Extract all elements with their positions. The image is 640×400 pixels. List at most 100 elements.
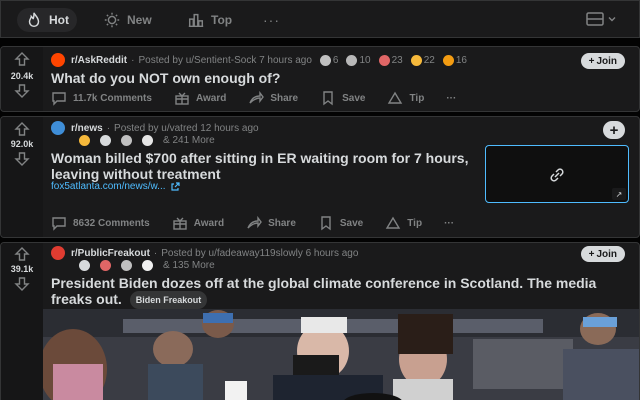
award-icon — [142, 260, 153, 271]
vote-score: 39.1k — [10, 264, 34, 274]
tip-triangle-icon — [386, 216, 401, 229]
sun-icon — [104, 12, 120, 28]
subreddit-icon — [51, 121, 65, 135]
bar-chart-icon — [188, 13, 204, 28]
vote-column: 20.4k — [1, 47, 43, 111]
award-wholesome: 23 — [378, 54, 403, 66]
share-button[interactable]: Share — [248, 90, 298, 106]
vote-score: 20.4k — [10, 71, 34, 81]
award-silver: 6 — [319, 54, 338, 66]
upvote-arrow-icon[interactable] — [14, 121, 30, 137]
award-icon — [121, 135, 132, 146]
post-title[interactable]: Woman billed $700 after sitting in ER wa… — [51, 150, 471, 182]
post-actions: 11.7k Comments Award Share Save Tip ··· — [51, 90, 456, 106]
subreddit-link[interactable]: r/PublicFreakout — [71, 248, 150, 259]
subreddit-link[interactable]: r/AskReddit — [71, 55, 127, 66]
sort-new-button[interactable]: New — [95, 8, 160, 32]
sort-hot-label: Hot — [49, 13, 69, 27]
post-video[interactable] — [43, 309, 639, 400]
award-icon — [142, 135, 153, 146]
award-icon — [410, 54, 422, 66]
tip-button[interactable]: Tip — [385, 215, 422, 231]
post-title[interactable]: What do you NOT own enough of? — [51, 70, 280, 86]
comments-button[interactable]: 8632 Comments — [51, 215, 150, 231]
external-link-icon: ↗ — [612, 188, 626, 200]
vote-column: 92.0k — [1, 117, 43, 237]
award-button[interactable]: Award — [172, 215, 224, 231]
bookmark-icon — [323, 91, 333, 106]
sort-more-button[interactable]: ··· — [263, 12, 280, 28]
downvote-arrow-icon[interactable] — [14, 276, 30, 292]
posted-by: Posted by u/Sentient-Sock 7 hours ago — [138, 54, 312, 66]
card-layout-icon — [586, 12, 604, 26]
join-button[interactable]: + Join — [580, 246, 625, 262]
award-icon — [442, 54, 454, 66]
comment-icon — [52, 217, 66, 231]
post-link[interactable]: fox5atlanta.com/news/w... — [51, 181, 180, 192]
subreddit-icon — [51, 53, 65, 67]
sort-top-button[interactable]: Top — [179, 8, 240, 32]
post-title[interactable]: President Biden dozes off at the global … — [51, 275, 639, 310]
comments-button[interactable]: 11.7k Comments — [51, 90, 152, 106]
upvote-arrow-icon[interactable] — [14, 246, 30, 262]
comment-icon — [52, 92, 66, 106]
post-card[interactable]: 39.1k r/PublicFreakout · Posted by u/fad… — [0, 242, 640, 400]
post-meta: r/news · Posted by u/vatred 12 hours ago — [51, 120, 259, 136]
upvote-arrow-icon[interactable] — [14, 51, 30, 67]
award-icon — [346, 54, 358, 66]
award-row: & 241 More — [79, 135, 215, 146]
award-take-my-energy: 16 — [442, 54, 467, 66]
plus-icon: + — [588, 55, 595, 67]
plus-icon: + — [588, 248, 595, 260]
layout-switcher[interactable] — [586, 11, 617, 27]
posted-by: Posted by u/fadeaway119slowly 6 hours ag… — [161, 247, 359, 259]
link-thumbnail[interactable]: ↗ — [485, 145, 629, 203]
award-icon — [378, 54, 390, 66]
subreddit-icon — [51, 246, 65, 260]
award-icon — [319, 54, 331, 66]
post-meta: r/PublicFreakout · Posted by u/fadeaway1… — [51, 245, 358, 261]
share-arrow-icon — [249, 90, 265, 104]
video-frame-image — [43, 309, 639, 400]
sort-new-label: New — [127, 13, 152, 27]
gift-icon — [175, 92, 189, 105]
post-card[interactable]: 92.0k r/news · Posted by u/vatred 12 hou… — [0, 116, 640, 238]
chevron-down-icon — [608, 17, 616, 22]
post-flair[interactable]: Biden Freakout — [129, 291, 208, 310]
tip-triangle-icon — [388, 91, 403, 104]
post-meta: r/AskReddit · Posted by u/Sentient-Sock … — [51, 52, 467, 68]
gift-icon — [173, 217, 187, 230]
award-row: & 135 More — [79, 260, 215, 271]
award-helpful: 10 — [346, 54, 371, 66]
downvote-arrow-icon[interactable] — [14, 83, 30, 99]
vote-column: 39.1k — [1, 243, 43, 400]
join-button[interactable]: + — [603, 121, 625, 139]
flame-icon — [28, 12, 40, 28]
award-icon — [100, 135, 111, 146]
more-options-button[interactable]: ··· — [444, 218, 454, 229]
award-icon — [121, 260, 132, 271]
vote-score: 92.0k — [10, 139, 34, 149]
sort-bar: Hot New Top ··· — [0, 0, 640, 38]
share-button[interactable]: Share — [246, 215, 296, 231]
award-button[interactable]: Award — [174, 90, 226, 106]
subreddit-link[interactable]: r/news — [71, 123, 103, 134]
share-arrow-icon — [247, 215, 262, 229]
award-hugz: 22 — [410, 54, 435, 66]
join-button[interactable]: + Join — [580, 53, 625, 69]
awards-more: & 135 More — [163, 260, 215, 271]
award-icon — [79, 260, 90, 271]
external-link-icon — [170, 181, 180, 191]
post-card[interactable]: 20.4k r/AskReddit · Posted by u/Sentient… — [0, 46, 640, 112]
award-icon — [100, 260, 111, 271]
post-actions: 8632 Comments Award Share Save Tip ··· — [51, 215, 454, 231]
sort-hot-button[interactable]: Hot — [17, 8, 77, 32]
tip-button[interactable]: Tip — [387, 90, 424, 106]
save-button[interactable]: Save — [318, 215, 363, 231]
award-icon — [79, 135, 90, 146]
save-button[interactable]: Save — [320, 90, 365, 106]
more-options-button[interactable]: ··· — [446, 93, 456, 104]
downvote-arrow-icon[interactable] — [14, 151, 30, 167]
sort-top-label: Top — [211, 13, 233, 27]
link-icon — [550, 168, 564, 182]
